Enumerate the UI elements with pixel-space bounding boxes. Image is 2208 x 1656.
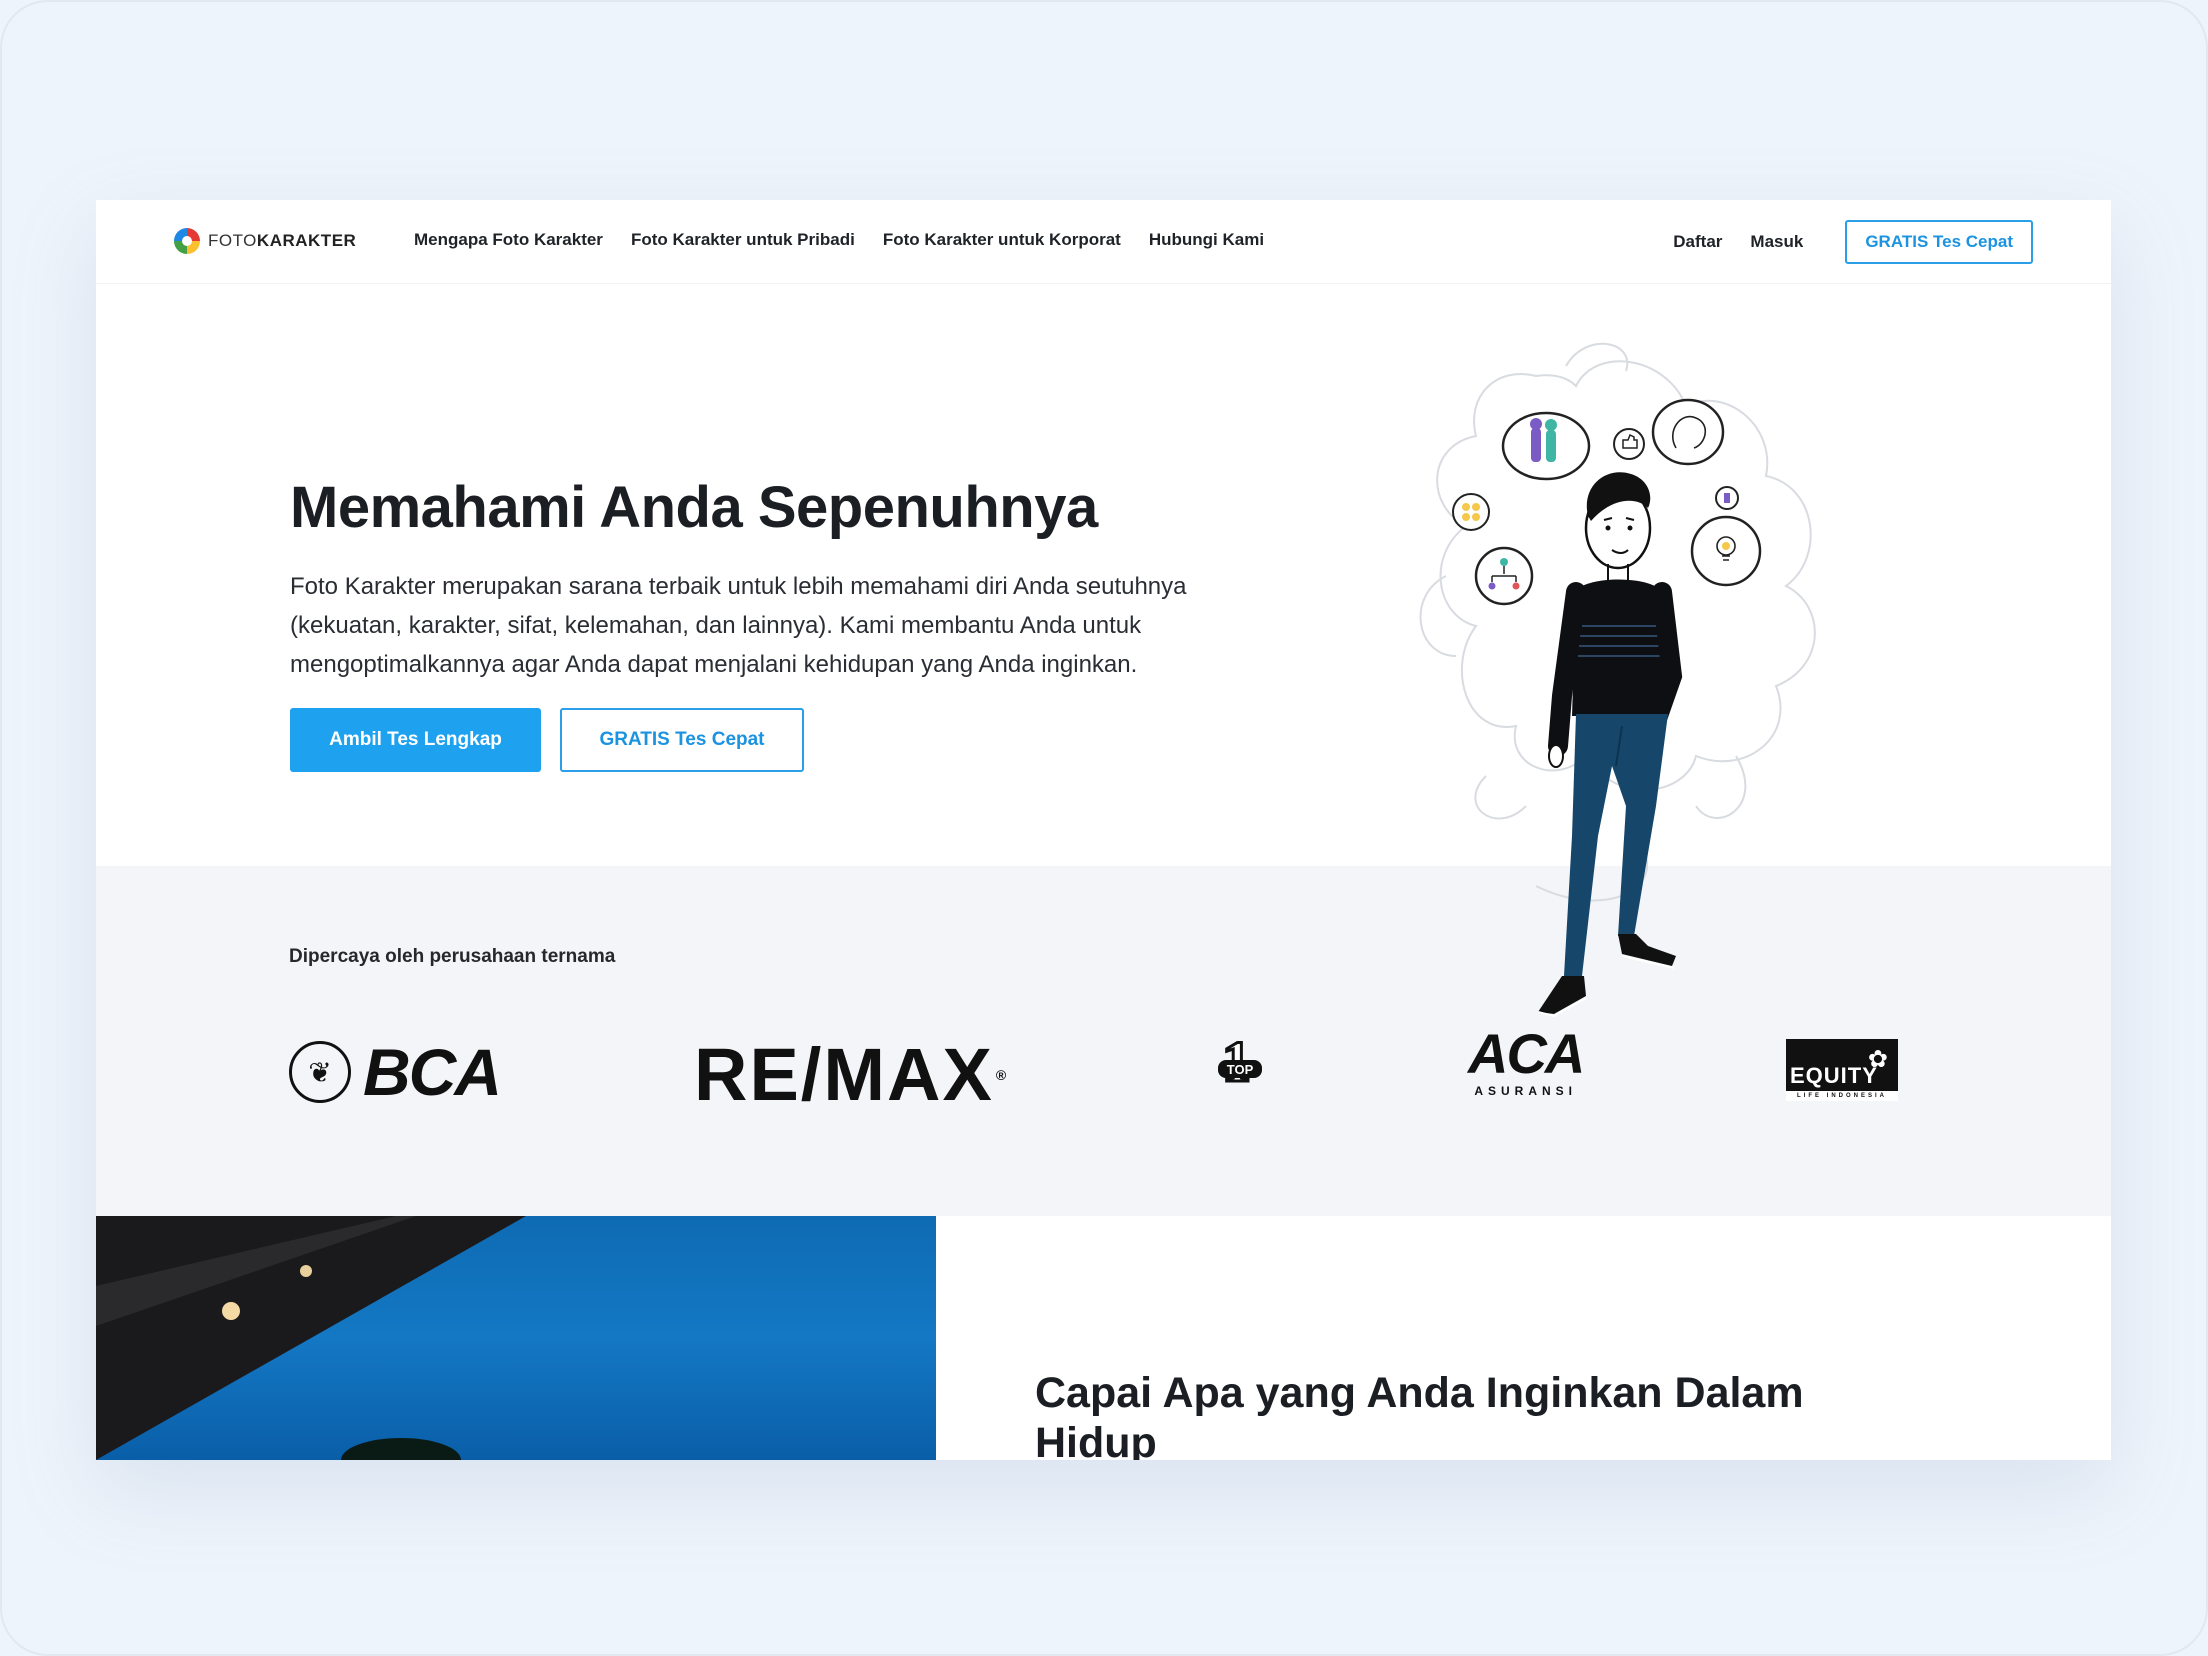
feature-photo xyxy=(96,1216,936,1460)
nav-free-test-button[interactable]: GRATIS Tes Cepat xyxy=(1845,220,2033,264)
nav-link-contact[interactable]: Hubungi Kami xyxy=(1149,230,1264,250)
register-link[interactable]: Daftar xyxy=(1673,232,1722,252)
hero-description: Foto Karakter merupakan sarana terbaik u… xyxy=(290,573,1187,678)
feature-title: Capai Apa yang Anda Inginkan Dalam Hidup xyxy=(1035,1369,1804,1460)
equity-wordmark: EQUITY xyxy=(1790,1063,1878,1088)
aca-subtitle: ASURANSI xyxy=(1474,1084,1577,1098)
main-menu: Mengapa Foto Karakter Foto Karakter untu… xyxy=(414,230,1264,250)
bca-logo: ❦ BCA xyxy=(289,1034,502,1110)
hero-title: Memahami Anda Sepenuhnya xyxy=(290,475,1098,540)
bca-wordmark: BCA xyxy=(363,1035,502,1109)
thinking-man-illustration xyxy=(1419,342,1816,1018)
nav-link-why[interactable]: Mengapa Foto Karakter xyxy=(414,230,603,250)
top1-logo: 1 TOP xyxy=(1216,1028,1264,1100)
aca-logo: ACA ASURANSI xyxy=(1468,1026,1585,1099)
bca-seal-icon: ❦ xyxy=(289,1041,351,1103)
nav-link-corporate[interactable]: Foto Karakter untuk Korporat xyxy=(883,230,1121,250)
nav-link-personal[interactable]: Foto Karakter untuk Pribadi xyxy=(631,230,855,250)
take-full-test-button[interactable]: Ambil Tes Lengkap xyxy=(290,708,541,772)
remax-wordmark: RE/MAX xyxy=(694,1033,994,1116)
logo-icon xyxy=(174,228,200,254)
top-navigation: FOTOKARAKTER Mengapa Foto Karakter Foto … xyxy=(96,200,2111,284)
account-menu: Daftar Masuk GRATIS Tes Cepat xyxy=(1673,220,2033,264)
website-page: FOTOKARAKTER Mengapa Foto Karakter Foto … xyxy=(96,200,2111,1460)
top1-mark-icon: 1 TOP xyxy=(1216,1028,1264,1100)
site-logo[interactable]: FOTOKARAKTER xyxy=(174,228,356,254)
equity-logo-box: ✿ EQUITY LIFE INDONESIA xyxy=(1786,1039,1898,1101)
equity-logo: ✿ EQUITY LIFE INDONESIA xyxy=(1786,1039,1898,1101)
free-quick-test-button[interactable]: GRATIS Tes Cepat xyxy=(560,708,804,772)
logo-wordmark: FOTOKARAKTER xyxy=(208,231,356,251)
remax-logo: RE/MAX ® xyxy=(694,1032,1008,1117)
top1-badge: TOP xyxy=(1218,1060,1262,1078)
equity-subtitle: LIFE INDONESIA xyxy=(1786,1091,1898,1101)
login-link[interactable]: Masuk xyxy=(1750,232,1803,252)
feature-section: Capai Apa yang Anda Inginkan Dalam Hidup xyxy=(96,1216,2111,1460)
logo-text-bold: KARAKTER xyxy=(256,231,357,250)
logo-text-light: FOTO xyxy=(208,231,257,250)
feature-photo-graphic xyxy=(96,1216,526,1460)
remax-registered-mark: ® xyxy=(995,1066,1009,1083)
